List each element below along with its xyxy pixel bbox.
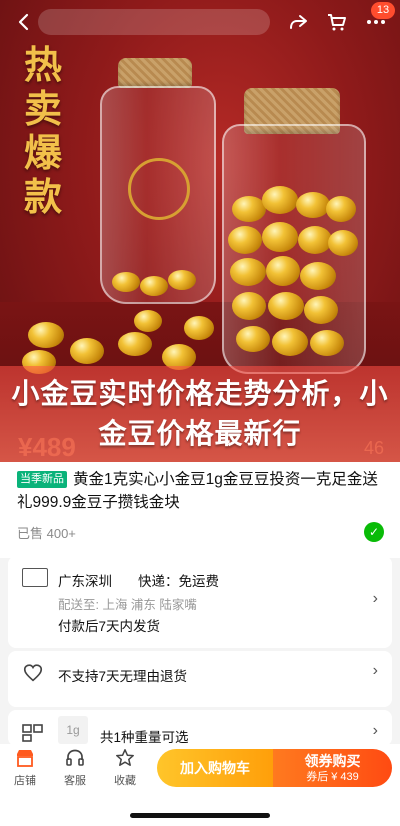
spec-thumbnail: 1g: [58, 716, 88, 744]
gold-bean: [232, 292, 266, 320]
gold-bean: [268, 292, 304, 320]
buy-title: 领券购买: [304, 753, 361, 769]
buy-subtitle: 券后 ¥ 439: [306, 771, 359, 783]
search-pill[interactable]: [38, 9, 270, 35]
store-label: 店铺: [14, 775, 36, 787]
top-bar: 13: [0, 0, 400, 44]
gold-bean: [326, 196, 356, 222]
store-icon: [15, 748, 35, 768]
glass-jar-left: [100, 86, 216, 304]
gold-bean: [304, 296, 338, 324]
dispatch-time: 付款后7天内发货: [58, 619, 161, 634]
favorite-label: 收藏: [114, 775, 136, 787]
gold-bean: [298, 226, 332, 254]
gold-bean: [184, 316, 214, 340]
star-icon: [115, 748, 135, 768]
new-season-tag: 当季新品: [17, 471, 67, 488]
share-icon[interactable]: [286, 10, 310, 34]
add-to-cart-button[interactable]: 加入购物车: [157, 749, 273, 787]
gold-bean: [328, 230, 358, 256]
wechat-share-icon[interactable]: ✓: [364, 522, 384, 542]
cork-lid-left: [118, 58, 192, 88]
gold-bean: [140, 276, 168, 296]
gold-bean: [272, 328, 308, 356]
express-fee: 快递：免运费: [138, 574, 219, 589]
gold-bean: [296, 192, 330, 218]
spec-text: 共1种重量可选: [100, 730, 189, 745]
gold-bean: [232, 196, 266, 222]
gold-bean: [266, 256, 300, 286]
gold-bean: [310, 330, 344, 356]
gold-bean: [134, 310, 162, 332]
gold-bean: [70, 338, 104, 364]
logo-mark: [128, 158, 190, 220]
chevron-right-icon: ›: [372, 590, 378, 607]
gold-bean: [28, 322, 64, 348]
gold-bean: [262, 222, 298, 252]
gold-bean: [300, 262, 336, 290]
gold-bean: [118, 332, 152, 356]
notification-badge: 13: [371, 2, 395, 19]
gold-bean: [228, 226, 262, 254]
chevron-right-icon: ›: [372, 722, 378, 739]
heart-icon: [22, 662, 44, 684]
gold-bean: [230, 258, 266, 286]
service-tab[interactable]: 客服: [53, 748, 97, 788]
ship-from: 广东深圳: [58, 574, 112, 589]
promo-side-text: 热卖爆款: [23, 45, 62, 219]
deliver-to: 配送至: 上海 浦东 陆家嘴: [58, 598, 197, 612]
home-indicator: [130, 813, 270, 818]
gold-bean: [112, 272, 140, 292]
cart-icon[interactable]: [325, 10, 349, 34]
product-title: 黄金1克实心小金豆1g金豆豆投资一克足金送礼999.9金豆子攒钱金块: [17, 471, 378, 511]
overlay-headline: 小金豆实时价格走势分析，小金豆价格最新行: [11, 378, 389, 449]
product-image[interactable]: 热卖爆款 ¥489 46 小金豆实时价格走势分析，小金豆价格最新行: [0, 0, 400, 462]
gold-bean: [236, 326, 270, 352]
chevron-right-icon: ›: [372, 662, 378, 679]
grid-icon: [22, 724, 44, 742]
store-tab[interactable]: 店铺: [3, 748, 47, 788]
gold-bean: [262, 186, 298, 214]
sold-count: 已售 400+: [17, 526, 76, 541]
gold-bean: [168, 270, 196, 290]
coupon-buy-button[interactable]: 领券购买 券后 ¥ 439: [273, 749, 392, 787]
favorite-tab[interactable]: 收藏: [103, 748, 147, 788]
back-icon[interactable]: [12, 10, 36, 34]
headset-icon: [65, 748, 85, 768]
truck-icon: [22, 568, 48, 587]
return-policy-text: 不支持7天无理由退货: [58, 669, 188, 684]
service-label: 客服: [64, 775, 86, 787]
